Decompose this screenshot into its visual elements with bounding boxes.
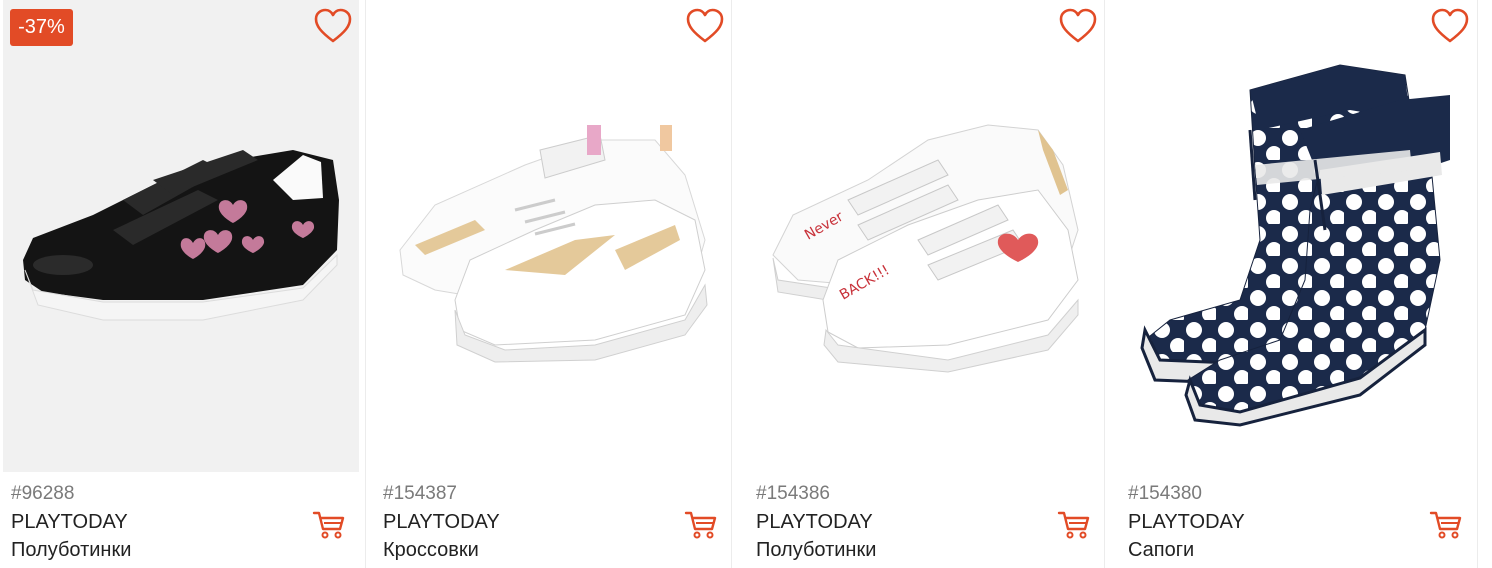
product-image[interactable] xyxy=(375,0,731,472)
discount-badge: -37% xyxy=(10,9,73,46)
white-low-shoe-image: Never BACK!!! xyxy=(772,124,1079,373)
product-image[interactable] xyxy=(3,0,359,472)
add-to-cart-icon[interactable] xyxy=(312,510,346,540)
product-brand[interactable]: PLAYTODAY xyxy=(756,511,873,534)
card-divider xyxy=(365,0,366,568)
product-sku: #154387 xyxy=(383,483,457,504)
product-sku: #96288 xyxy=(11,483,75,504)
product-sku: #154380 xyxy=(1128,483,1202,504)
card-divider xyxy=(731,0,732,568)
card-divider xyxy=(1104,0,1105,568)
product-brand[interactable]: PLAYTODAY xyxy=(1128,511,1245,534)
product-image[interactable]: Never BACK!!! xyxy=(748,0,1104,472)
product-card[interactable]: #154387 PLAYTODAY Кроссовки xyxy=(375,0,731,568)
product-name[interactable]: Полуботинки xyxy=(756,539,876,562)
add-to-cart-icon[interactable] xyxy=(1429,510,1463,540)
product-image[interactable] xyxy=(1120,0,1476,472)
product-brand[interactable]: PLAYTODAY xyxy=(11,511,128,534)
product-card[interactable]: #154380 PLAYTODAY Сапоги xyxy=(1120,0,1476,568)
add-to-cart-icon[interactable] xyxy=(684,510,718,540)
product-sku: #154386 xyxy=(756,483,830,504)
favorite-heart-icon[interactable] xyxy=(1430,8,1470,44)
favorite-heart-icon[interactable] xyxy=(685,8,725,44)
favorite-heart-icon[interactable] xyxy=(1058,8,1098,44)
black-patent-shoe-image xyxy=(23,150,339,321)
product-name[interactable]: Сапоги xyxy=(1128,539,1194,562)
product-name[interactable]: Полуботинки xyxy=(11,539,131,562)
favorite-heart-icon[interactable] xyxy=(313,8,353,44)
product-name[interactable]: Кроссовки xyxy=(383,539,479,562)
product-card[interactable]: Never BACK!!! #154386 PLAYTODAY Полуботи… xyxy=(748,0,1104,568)
polka-dot-rain-boots-image xyxy=(1140,64,1450,427)
product-grid: -37% #96288 PLAYTODAY Полуботинки #15438… xyxy=(0,0,1492,568)
white-sneaker-image xyxy=(399,125,708,363)
card-divider xyxy=(1477,0,1478,568)
product-card[interactable]: -37% #96288 PLAYTODAY Полуботинки xyxy=(3,0,359,568)
product-brand[interactable]: PLAYTODAY xyxy=(383,511,500,534)
add-to-cart-icon[interactable] xyxy=(1057,510,1091,540)
